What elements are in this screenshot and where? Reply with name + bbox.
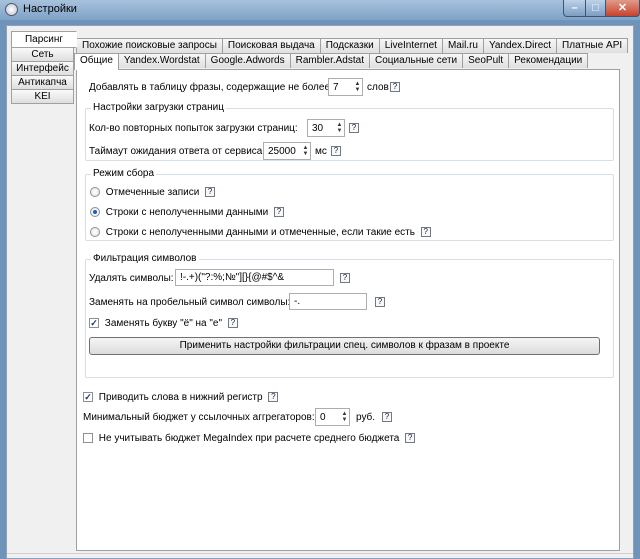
min-budget-unit: руб.	[356, 412, 376, 423]
bottom-separator	[7, 553, 633, 559]
help-icon[interactable]: ?	[227, 318, 238, 329]
parsing-tab-panel: Похожие поисковые запросы Поисковая выда…	[74, 38, 629, 551]
collection-mode-group: Режим сбора Отмеченные записи ? Строки с…	[85, 168, 614, 241]
vertical-tab-list: Парсинг Сеть Интерфейс Антикапча KEI	[11, 31, 77, 104]
mode-option-checked[interactable]: Отмеченные записи ?	[90, 187, 216, 198]
tab-suggestions[interactable]: Подсказки	[319, 38, 380, 53]
tab-row-2: Общие Yandex.Wordstat Google.Adwords Ram…	[74, 53, 589, 70]
symbol-filter-group: Фильтрация символов Удалять символы: !-.…	[85, 253, 614, 378]
words-unit-label: слов	[367, 82, 389, 93]
symbol-filter-title: Фильтрация символов	[91, 253, 199, 264]
help-icon[interactable]: ?	[274, 207, 285, 218]
replace-symbols-label: Заменять на пробельный символ символы:	[89, 297, 291, 308]
timeout-spinner[interactable]: 25000 ▲ ▼	[263, 142, 311, 160]
spinner-arrows-icon[interactable]: ▲ ▼	[353, 81, 362, 93]
help-icon[interactable]: ?	[390, 82, 400, 92]
help-icon[interactable]: ?	[420, 227, 431, 238]
timeout-label: Таймаут ожидания ответа от сервиса:	[89, 146, 266, 157]
tab-mailru[interactable]: Mail.ru	[441, 38, 484, 53]
retries-label: Кол-во повторных попыток загрузки страни…	[89, 123, 298, 134]
tab-similar-queries[interactable]: Похожие поисковые запросы	[76, 38, 223, 53]
tab-rambler-adstat[interactable]: Rambler.Adstat	[289, 53, 370, 68]
title-bar: Настройки – □ ✕	[0, 0, 640, 20]
tab-paid-api[interactable]: Платные API	[556, 38, 629, 53]
min-budget-label: Минимальный бюджет у ссылочных аггрегато…	[83, 412, 315, 423]
timeout-value: 25000	[268, 145, 296, 157]
retries-value: 30	[312, 122, 324, 134]
close-button[interactable]: ✕	[605, 0, 640, 17]
tab-yandex-wordstat[interactable]: Yandex.Wordstat	[117, 53, 206, 68]
min-budget-value: 0	[320, 411, 326, 423]
help-icon[interactable]: ?	[268, 392, 279, 403]
tab-search-results[interactable]: Поисковая выдача	[221, 38, 321, 53]
help-icon[interactable]: ?	[340, 273, 350, 283]
ignore-budget-checkbox[interactable]	[83, 433, 93, 444]
window-title: Настройки	[23, 3, 77, 15]
settings-gear-icon	[5, 3, 18, 16]
help-icon[interactable]: ?	[349, 123, 359, 133]
max-words-spinner[interactable]: 7 ▲ ▼	[328, 78, 363, 96]
vtab-interface[interactable]: Интерфейс	[11, 61, 74, 76]
page-load-group: Настройки загрузки страниц Кол-во повтор…	[85, 102, 614, 161]
general-tab-content: Добавлять в таблицу фразы, содержащие не…	[76, 69, 620, 551]
minimize-button[interactable]: –	[563, 0, 586, 17]
vtab-network[interactable]: Сеть	[11, 47, 74, 62]
radio-button-selected[interactable]	[90, 207, 100, 218]
help-icon[interactable]: ?	[382, 412, 392, 422]
tab-liveinternet[interactable]: LiveInternet	[378, 38, 443, 53]
ignore-budget-checkbox-row[interactable]: Не учитывать бюджет MegaIndex при расчет…	[83, 433, 416, 444]
window-client-area: Парсинг Сеть Интерфейс Антикапча KEI Пох…	[6, 25, 634, 559]
lowercase-checkbox[interactable]: ✓	[83, 392, 93, 403]
help-icon[interactable]: ?	[405, 433, 416, 444]
remove-symbols-input[interactable]: !-.+)("?:%;№"][}{@#$^&	[175, 269, 334, 286]
tab-row-1: Похожие поисковые запросы Поисковая выда…	[76, 38, 629, 53]
remove-symbols-label: Удалять символы:	[89, 273, 174, 284]
spinner-arrows-icon[interactable]: ▲ ▼	[340, 411, 349, 423]
help-icon[interactable]: ?	[331, 146, 341, 156]
vtab-kei[interactable]: KEI	[11, 89, 74, 104]
help-icon[interactable]: ?	[205, 187, 216, 198]
retries-spinner[interactable]: 30 ▲ ▼	[307, 119, 345, 137]
mode-option-unfetched-and-checked[interactable]: Строки с неполученными данными и отмечен…	[90, 227, 431, 238]
apply-filter-button[interactable]: Применить настройки фильтрации спец. сим…	[89, 337, 600, 355]
tab-recommendations[interactable]: Рекомендации	[508, 53, 589, 68]
max-words-value: 7	[333, 81, 339, 93]
collection-mode-title: Режим сбора	[91, 168, 157, 179]
mode-option-unfetched[interactable]: Строки с неполученными данными ?	[90, 207, 285, 218]
lowercase-checkbox-row[interactable]: ✓ Приводить слова в нижний регистр ?	[83, 392, 279, 403]
replace-yo-checkbox[interactable]: ✓	[89, 318, 99, 329]
timeout-unit: мс	[315, 146, 327, 157]
radio-button[interactable]	[90, 187, 100, 198]
page-load-group-title: Настройки загрузки страниц	[91, 102, 226, 113]
tab-general[interactable]: Общие	[74, 53, 119, 70]
spinner-arrows-icon[interactable]: ▲ ▼	[301, 145, 310, 157]
spinner-arrows-icon[interactable]: ▲ ▼	[335, 122, 344, 134]
add-phrases-label: Добавлять в таблицу фразы, содержащие не…	[89, 82, 331, 93]
tab-yandex-direct[interactable]: Yandex.Direct	[482, 38, 558, 53]
tab-seopult[interactable]: SeoPult	[462, 53, 510, 68]
tab-google-adwords[interactable]: Google.Adwords	[204, 53, 291, 68]
vtab-anticaptcha[interactable]: Антикапча	[11, 75, 74, 90]
maximize-button[interactable]: □	[585, 0, 606, 17]
radio-button[interactable]	[90, 227, 100, 238]
replace-symbols-input[interactable]: -.	[289, 293, 367, 310]
tab-social-networks[interactable]: Социальные сети	[368, 53, 464, 68]
vtab-parsing[interactable]: Парсинг	[11, 31, 77, 48]
replace-yo-checkbox-row[interactable]: ✓ Заменять букву "ё" на "е" ?	[89, 318, 238, 329]
help-icon[interactable]: ?	[375, 297, 385, 307]
min-budget-spinner[interactable]: 0 ▲ ▼	[315, 408, 350, 426]
